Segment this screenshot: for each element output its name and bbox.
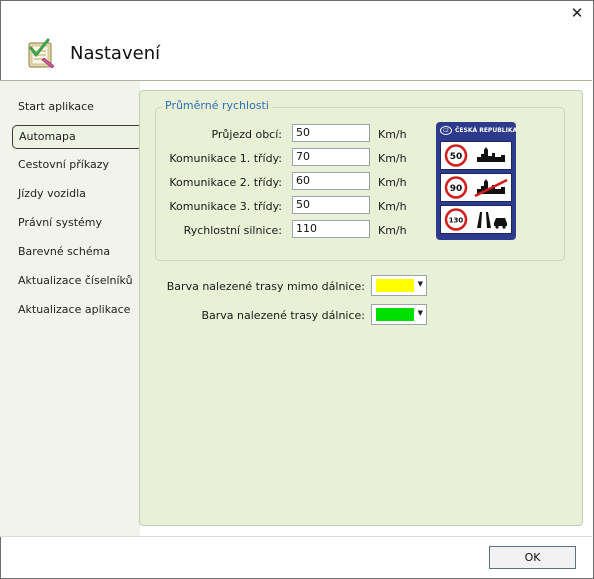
speed-input-obce[interactable]: 50 <box>292 124 370 142</box>
sign-limit-outside: 90 <box>450 184 463 194</box>
chevron-down-icon: ▼ <box>417 280 423 288</box>
sign-panel-town: 50 <box>440 141 512 170</box>
speed-unit-trida-2: Km/h <box>378 176 407 189</box>
sign-panel-highway: 130 <box>440 205 512 234</box>
speed-label-trida-1: Komunikace 1. třídy: <box>169 152 282 165</box>
route-color-highway-label: Barva nalezené trasy dálnice: <box>201 309 365 322</box>
sidebar-item-start-aplikace[interactable]: Start aplikace <box>12 95 136 119</box>
speed-input-trida-1[interactable]: 70 <box>292 148 370 166</box>
ok-button[interactable]: OK <box>489 546 576 569</box>
speed-unit-obce: Km/h <box>378 128 407 141</box>
speed-label-trida-2: Komunikace 2. třídy: <box>169 176 282 189</box>
sign-country-code: CZ <box>440 126 452 135</box>
sidebar-item-aktualizace-aplikace[interactable]: Aktualizace aplikace <box>12 298 136 322</box>
speed-input-trida-2[interactable]: 60 <box>292 172 370 190</box>
speed-unit-trida-3: Km/h <box>378 200 407 213</box>
speed-input-rychlostni[interactable]: 110 <box>292 220 370 238</box>
route-color-outside-swatch <box>376 279 414 292</box>
footer-divider <box>0 536 592 537</box>
route-color-highway-swatch <box>376 308 414 321</box>
speed-input-trida-3[interactable]: 50 <box>292 196 370 214</box>
route-color-highway-picker[interactable]: ▼ <box>371 304 427 325</box>
speed-label-obce: Průjezd obcí: <box>211 128 282 141</box>
speed-label-rychlostni: Rychlostní silnice: <box>183 224 282 237</box>
sidebar-item-aktualizace-ciselniku[interactable]: Aktualizace číselníků <box>12 269 136 293</box>
speed-unit-rychlostni: Km/h <box>378 224 407 237</box>
sign-limit-highway: 130 <box>449 217 464 225</box>
sign-panel-outside: 90 <box>440 173 512 202</box>
page-title: Nastavení <box>70 43 161 64</box>
route-color-outside-label: Barva nalezené trasy mimo dálnice: <box>166 280 365 293</box>
route-color-outside-picker[interactable]: ▼ <box>371 275 427 296</box>
speed-label-trida-3: Komunikace 3. třídy: <box>169 200 282 213</box>
speed-unit-trida-1: Km/h <box>378 152 407 165</box>
sign-limit-town: 50 <box>450 152 463 162</box>
speeds-group-title: Průměrné rychlosti <box>162 99 272 112</box>
chevron-down-icon: ▼ <box>417 309 423 317</box>
speed-limits-sign: CZ ČESKÁ REPUBLIKA 50 90 130 <box>436 122 518 240</box>
sign-title: ČESKÁ REPUBLIKA <box>455 127 518 134</box>
settings-checklist-icon <box>24 36 58 70</box>
close-button[interactable]: ✕ <box>566 3 588 23</box>
sidebar-item-barevne-schema[interactable]: Barevné schéma <box>12 240 136 264</box>
